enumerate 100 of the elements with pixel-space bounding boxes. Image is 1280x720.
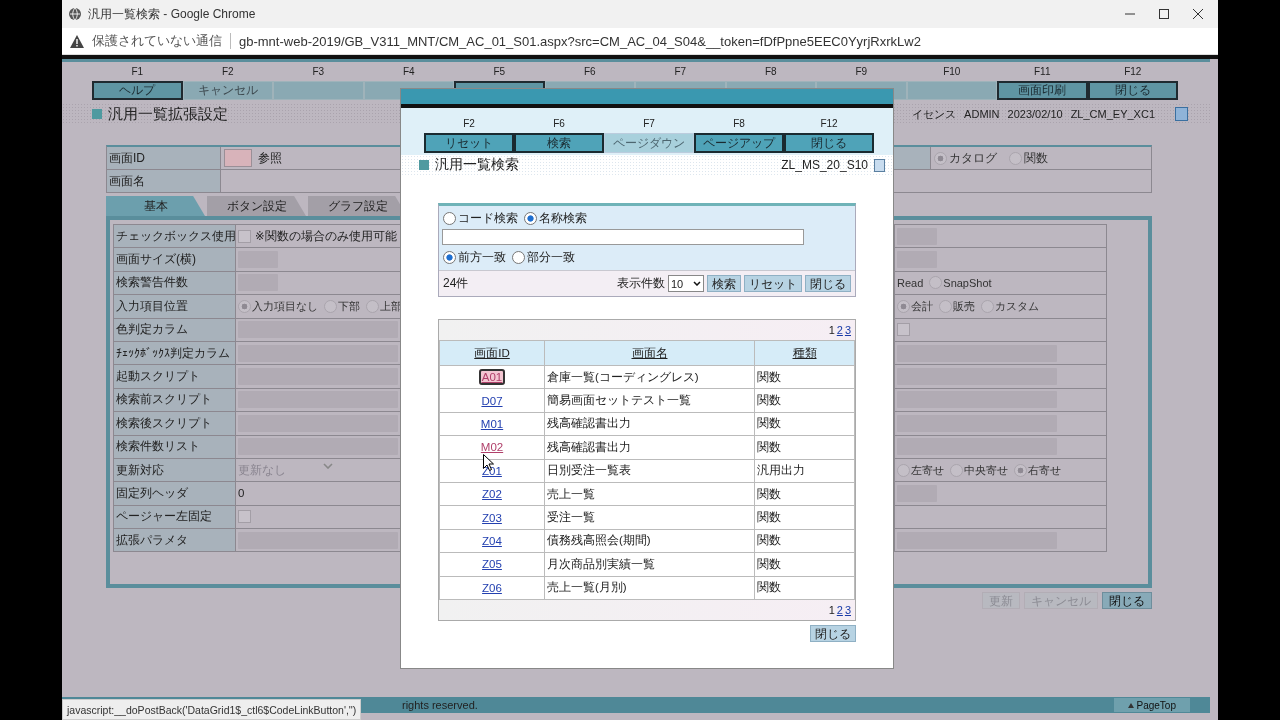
id-link[interactable]: Z05 [481,558,503,571]
field-value: 0 [238,487,245,500]
table-cell: 関数 [754,552,855,576]
function-key-button[interactable] [273,81,364,100]
id-link[interactable]: Z06 [481,581,503,594]
radio-label: 左寄せ [911,462,944,478]
tab[interactable]: 基本 [106,196,205,216]
page-link[interactable]: 2 [836,603,843,616]
field-label: 拡張パラメタ [114,529,236,552]
close-button[interactable]: 閉じる [810,624,856,642]
function-key-button[interactable]: 閉じる [1087,81,1178,100]
search-bar-button[interactable]: 閉じる [805,275,851,292]
checkbox-label: ※関数の場合のみ使用可能 [255,228,397,244]
field-label: 画面名 [107,170,221,192]
radio-label: コード検索 [458,210,518,227]
search-bar-button[interactable]: 検索 [707,275,741,292]
field-label: 色判定カラム [114,318,236,341]
function-key-label: F2 [220,65,235,78]
action-button[interactable]: 閉じる [1102,592,1152,609]
function-key-button[interactable]: リセット [424,133,514,153]
radio-button[interactable] [238,299,251,313]
page-link[interactable]: 3 [844,324,851,336]
table-cell: 関数 [754,435,855,460]
search-field[interactable] [442,229,804,245]
function-key-button[interactable]: 画面印刷 [997,81,1088,100]
input-field[interactable] [224,149,252,167]
function-key-button[interactable]: 閉じる [784,133,874,153]
tab[interactable]: ボタン設定 [207,196,306,216]
page-size-select[interactable]: 10 [668,275,704,292]
close-icon[interactable] [1192,8,1204,20]
radio-button[interactable] [929,276,943,290]
checkbox[interactable] [238,229,251,243]
page-link[interactable]: 3 [844,603,851,616]
window-title: 汎用一覧検索 - Google Chrome [88,5,257,23]
column-header[interactable]: 種類 [754,340,855,366]
function-key-label: F3 [311,65,326,78]
radio-label: 入力項目なし [252,298,318,314]
radio-label: 下部 [338,298,360,314]
radio-label: 前方一致 [458,249,506,266]
caret-icon [323,462,333,469]
id-link[interactable]: Z04 [481,534,503,547]
page-link[interactable]: 1 [828,603,835,616]
id-link[interactable]: A01 [478,369,506,386]
radio-button[interactable] [524,212,537,225]
maximize-icon[interactable] [1158,8,1170,20]
field-label: 画面ID [107,147,221,169]
id-link[interactable]: Z02 [481,488,503,501]
function-key-label: F8 [732,117,746,130]
radio-button[interactable] [897,299,910,313]
radio-button[interactable] [443,212,456,225]
id-link[interactable]: D07 [480,394,504,407]
radio-button[interactable] [950,463,963,477]
grid-icon[interactable] [1175,107,1188,121]
function-key-button[interactable] [906,81,997,100]
function-key-button[interactable]: ヘルプ [92,81,183,100]
radio-button[interactable] [443,251,456,264]
radio-label: 会計 [911,298,933,314]
radio-label: SnapShot [943,276,992,289]
function-key-button[interactable]: 検索 [514,133,604,153]
page-link[interactable]: 2 [836,324,843,336]
url-field[interactable]: gb-mnt-web-2019/GB_V311_MNT/CM_AC_01_S01.aspx?src=CM_AC_04_S04&__token=fDfPpne5EEC0YyrjRxrkLw2 [239,33,921,49]
radio-button[interactable] [366,299,379,313]
radio-button[interactable] [934,151,947,165]
function-key-button[interactable]: ページダウン [604,133,694,153]
table-cell: 残高確認書出力 [544,435,755,460]
copyright-text: rights reserved. [402,699,478,711]
grid-icon[interactable] [874,158,885,172]
function-key-label: F12 [819,117,839,130]
radio-button[interactable] [1014,463,1027,477]
table-cell: 受注一覧 [544,505,755,530]
column-header[interactable]: 画面名 [544,340,755,366]
function-key-button[interactable]: キャンセル [182,81,273,100]
id-link[interactable]: M01 [479,417,505,430]
radio-button[interactable] [1009,151,1022,165]
radio-button[interactable] [324,299,337,313]
dialog-title: 汎用一覧検索 [435,156,519,174]
radio-button[interactable] [512,251,525,264]
field-label: チェックボックス使用 [114,225,236,248]
radio-button[interactable] [981,299,994,313]
search-bar-button[interactable]: リセット [744,275,802,292]
table-cell: 関数 [754,529,855,553]
checkbox[interactable] [238,510,251,524]
screen-code: ZL_CM_EY_XC1 [1070,108,1155,120]
function-key-label: F7 [673,65,688,78]
function-key-label: F8 [763,65,778,78]
checkbox[interactable] [897,323,910,337]
id-link[interactable]: M02 [479,441,505,454]
function-key-label: F7 [642,117,656,130]
page-link[interactable]: 1 [828,324,835,336]
page-top-button[interactable]: PageTop [1113,698,1190,712]
function-key-label: F11 [1033,65,1052,78]
security-label[interactable]: 保護されていない通信 [92,32,222,50]
column-header[interactable]: 画面ID [439,340,545,366]
radio-button[interactable] [939,299,952,313]
reference-link[interactable]: 参照 [258,149,282,167]
id-link[interactable]: Z03 [481,511,503,524]
radio-button[interactable] [897,463,910,477]
table-cell: 簡易画面セットテスト一覧 [544,388,755,413]
function-key-label: F6 [582,65,597,78]
function-key-button[interactable]: ページアップ [694,133,784,153]
